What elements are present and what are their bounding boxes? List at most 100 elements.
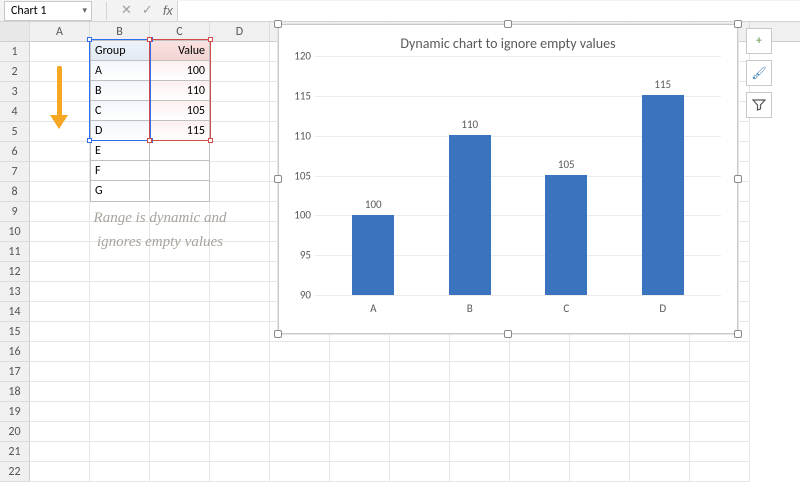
cell[interactable] <box>330 422 390 442</box>
table-cell[interactable] <box>150 181 209 201</box>
cell[interactable] <box>210 102 270 122</box>
table-cell[interactable]: E <box>91 141 150 161</box>
cell[interactable] <box>450 382 510 402</box>
row-header[interactable]: 20 <box>0 422 30 442</box>
chart-handle[interactable] <box>274 330 282 338</box>
cell[interactable] <box>30 302 90 322</box>
table-header-group[interactable]: Group <box>91 41 150 61</box>
select-all-triangle[interactable] <box>0 22 30 41</box>
insert-function-button[interactable]: fx <box>163 3 173 18</box>
data-table[interactable]: Group Value A100 B110 C105 D115 E F G <box>90 40 210 202</box>
cell[interactable] <box>150 322 210 342</box>
row-header[interactable]: 17 <box>0 362 30 382</box>
cell[interactable] <box>30 362 90 382</box>
cell[interactable] <box>90 322 150 342</box>
cell[interactable] <box>210 322 270 342</box>
cell[interactable] <box>390 442 450 462</box>
cell[interactable] <box>330 402 390 422</box>
cell[interactable] <box>210 122 270 142</box>
cell[interactable] <box>330 382 390 402</box>
col-header[interactable]: C <box>150 22 210 41</box>
chart-handle[interactable] <box>274 175 282 183</box>
col-header[interactable]: D <box>210 22 270 41</box>
cell[interactable] <box>30 42 90 62</box>
chart-handle[interactable] <box>274 20 282 28</box>
cell[interactable] <box>90 282 150 302</box>
col-header[interactable]: A <box>30 22 90 41</box>
cell[interactable] <box>90 362 150 382</box>
table-cell[interactable]: 105 <box>150 101 209 121</box>
chart-bar-rect[interactable] <box>545 175 587 295</box>
cell[interactable] <box>270 422 330 442</box>
cell[interactable] <box>90 382 150 402</box>
row-header[interactable]: 22 <box>0 462 30 482</box>
table-cell[interactable]: C <box>91 101 150 121</box>
row-header[interactable]: 21 <box>0 442 30 462</box>
cell[interactable] <box>570 442 630 462</box>
chart-object[interactable]: Dynamic chart to ignore empty values 909… <box>278 24 738 334</box>
cell[interactable] <box>210 42 270 62</box>
cell[interactable] <box>450 362 510 382</box>
row-header[interactable]: 2 <box>0 62 30 82</box>
cell[interactable] <box>630 442 690 462</box>
chevron-down-icon[interactable]: ▾ <box>82 5 87 16</box>
cell[interactable] <box>570 342 630 362</box>
chart-bar-rect[interactable] <box>642 95 684 295</box>
cell[interactable] <box>90 462 150 482</box>
cell[interactable] <box>210 182 270 202</box>
table-cell[interactable] <box>150 141 209 161</box>
cell[interactable] <box>690 422 750 442</box>
row-header[interactable]: 1 <box>0 42 30 62</box>
cell[interactable] <box>30 462 90 482</box>
cell[interactable] <box>390 462 450 482</box>
cell[interactable] <box>210 282 270 302</box>
cell[interactable] <box>510 462 570 482</box>
cell[interactable] <box>30 222 90 242</box>
cell[interactable] <box>150 462 210 482</box>
cell[interactable] <box>150 302 210 322</box>
name-box[interactable]: Chart 1 ▾ <box>4 1 92 21</box>
cell[interactable] <box>150 442 210 462</box>
chart-plot-area[interactable]: 9095100105110115120100110105115 <box>315 56 721 296</box>
row-header[interactable]: 11 <box>0 242 30 262</box>
table-cell[interactable]: A <box>91 61 150 81</box>
cell[interactable] <box>90 342 150 362</box>
cell[interactable] <box>450 342 510 362</box>
row-header[interactable]: 15 <box>0 322 30 342</box>
table-cell[interactable]: 100 <box>150 61 209 81</box>
table-cell[interactable]: D <box>91 121 150 141</box>
cell[interactable] <box>30 442 90 462</box>
cell[interactable] <box>150 402 210 422</box>
table-cell[interactable]: 110 <box>150 81 209 101</box>
cell[interactable] <box>570 462 630 482</box>
row-header[interactable]: 16 <box>0 342 30 362</box>
cell[interactable] <box>450 422 510 442</box>
cell[interactable] <box>690 442 750 462</box>
chart-elements-button[interactable]: + <box>746 28 772 54</box>
cell[interactable] <box>30 242 90 262</box>
table-header-value[interactable]: Value <box>150 41 209 61</box>
cell[interactable] <box>570 382 630 402</box>
cell[interactable] <box>210 262 270 282</box>
cell[interactable] <box>510 382 570 402</box>
cell[interactable] <box>510 422 570 442</box>
cell[interactable] <box>330 342 390 362</box>
cell[interactable] <box>570 422 630 442</box>
cell[interactable] <box>30 162 90 182</box>
row-header[interactable]: 9 <box>0 202 30 222</box>
chart-bar-rect[interactable] <box>352 215 394 295</box>
cell[interactable] <box>210 442 270 462</box>
cell[interactable] <box>690 402 750 422</box>
chart-handle[interactable] <box>734 175 742 183</box>
cell[interactable] <box>270 342 330 362</box>
cell[interactable] <box>630 462 690 482</box>
cell[interactable] <box>270 442 330 462</box>
chart-handle[interactable] <box>734 330 742 338</box>
cell[interactable] <box>390 342 450 362</box>
cell[interactable] <box>210 162 270 182</box>
cell[interactable] <box>330 462 390 482</box>
col-header[interactable]: B <box>90 22 150 41</box>
cell[interactable] <box>210 82 270 102</box>
table-cell[interactable]: G <box>91 181 150 201</box>
cell[interactable] <box>30 322 90 342</box>
